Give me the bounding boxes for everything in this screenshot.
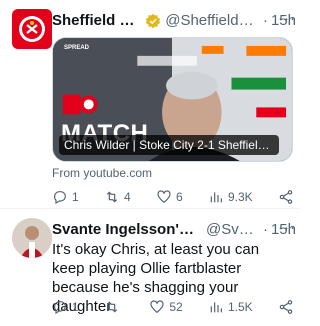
reply-button[interactable]: 1 bbox=[52, 299, 79, 315]
tweet-header: Sheffield Un... @SheffieldUn... · 15h ··… bbox=[52, 10, 296, 30]
reply-icon bbox=[54, 191, 66, 205]
share-button[interactable] bbox=[278, 189, 294, 205]
reply-icon bbox=[54, 301, 66, 315]
retweet-count: 4 bbox=[124, 190, 131, 204]
like-button[interactable]: 52 bbox=[149, 299, 183, 315]
link-card[interactable]: SPREAD MATCH Chris Wilder | Stoke City 2… bbox=[52, 37, 293, 162]
share-button[interactable] bbox=[278, 299, 294, 315]
like-button[interactable]: 6 bbox=[156, 189, 183, 205]
retweet-icon bbox=[106, 191, 118, 203]
share-icon bbox=[279, 190, 293, 204]
user-photo bbox=[12, 218, 52, 258]
view-count: 1.5K bbox=[227, 300, 253, 314]
views-chart-icon bbox=[210, 302, 222, 313]
separator-dot: · bbox=[262, 221, 268, 238]
avatar[interactable] bbox=[12, 9, 52, 49]
channel-logo: SPREAD bbox=[64, 45, 90, 51]
reply-count: 1 bbox=[72, 300, 79, 314]
separator-dot: · bbox=[262, 12, 268, 29]
action-bar: 1 52 1.5K bbox=[52, 298, 294, 316]
views-button[interactable]: 9.3K bbox=[208, 189, 253, 205]
more-icon[interactable]: ··· bbox=[278, 10, 296, 28]
reply-count: 1 bbox=[72, 190, 79, 204]
link-source[interactable]: From youtube.com bbox=[52, 166, 152, 180]
tweet[interactable]: Svante Ingelsson's lon... @Svan... · 15h… bbox=[0, 209, 300, 326]
retweet-icon bbox=[106, 301, 118, 313]
share-icon bbox=[279, 300, 293, 314]
heart-icon bbox=[150, 300, 164, 314]
heart-icon bbox=[157, 190, 171, 204]
more-icon[interactable]: ··· bbox=[278, 219, 296, 237]
retweet-button[interactable] bbox=[104, 299, 124, 315]
handle[interactable]: @Svan... bbox=[206, 221, 260, 239]
retweet-button[interactable]: 4 bbox=[104, 189, 131, 205]
view-count: 9.3K bbox=[228, 190, 253, 204]
handle[interactable]: @SheffieldUn... bbox=[165, 12, 260, 30]
card-title: Chris Wilder | Stoke City 2-1 Sheffield … bbox=[59, 135, 279, 155]
reply-button[interactable]: 1 bbox=[52, 189, 79, 205]
like-count: 6 bbox=[176, 190, 183, 204]
verified-badge-icon bbox=[145, 13, 161, 29]
display-name[interactable]: Svante Ingelsson's lon... bbox=[52, 221, 202, 239]
action-bar: 1 4 6 9.3K bbox=[52, 188, 294, 206]
tweet[interactable]: Sheffield Un... @SheffieldUn... · 15h ··… bbox=[0, 0, 300, 208]
club-crest-icon bbox=[19, 16, 45, 42]
views-button[interactable]: 1.5K bbox=[208, 299, 253, 315]
like-count: 52 bbox=[169, 300, 183, 314]
tweet-header: Svante Ingelsson's lon... @Svan... · 15h… bbox=[52, 219, 296, 239]
views-chart-icon bbox=[210, 192, 222, 203]
display-name[interactable]: Sheffield Un... bbox=[52, 12, 142, 30]
avatar[interactable] bbox=[12, 218, 52, 258]
